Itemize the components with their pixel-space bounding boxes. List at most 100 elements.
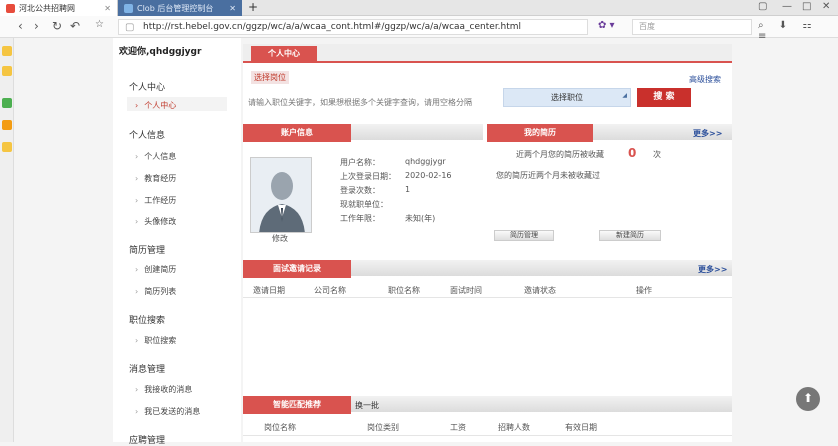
minimize-icon[interactable]: —: [782, 1, 792, 12]
sidebar: 欢迎你,qhdggjygr 个人中心 › 个人中心 个人信息 › 个人信息 › 教育经…: [113, 38, 241, 446]
page-icon: ▢: [125, 22, 135, 33]
reload-icon[interactable]: ↻: [52, 19, 62, 33]
select-position-button[interactable]: 选择职位 ◢: [503, 88, 631, 107]
select-position-label: 选择职位: [551, 93, 583, 102]
tools-icon[interactable]: [2, 142, 12, 152]
caret-icon: ›: [135, 336, 139, 345]
login-count-value: 1: [405, 185, 411, 194]
position-tag[interactable]: 选择岗位: [251, 71, 289, 84]
sidebar-item-job-search[interactable]: › 职位搜索: [135, 335, 176, 346]
caret-icon: ›: [135, 152, 139, 161]
welcome-text: 欢迎你,qhdggjygr: [119, 47, 202, 57]
login-count-label: 登录次数：: [340, 186, 380, 195]
sidebar-item-label: 我接收的消息: [144, 385, 193, 394]
last-login-value: 2020-02-16: [405, 171, 452, 180]
toolbar-icons[interactable]: ⌕ ⬇ ⚏ ≡: [758, 20, 838, 42]
col-interview-time: 面试时间: [450, 286, 482, 295]
url-field[interactable]: ▢ http://rst.hebel.gov.cn/ggzp/wc/a/a/wc…: [118, 19, 588, 35]
close-icon[interactable]: ✕: [104, 4, 111, 13]
section-personal-info: 个人信息: [129, 131, 166, 141]
page-title: 个人中心: [251, 46, 317, 63]
sidebar-item-personal-info[interactable]: › 个人信息: [135, 151, 176, 162]
caret-icon: ›: [135, 196, 139, 205]
search-button[interactable]: 搜 索: [637, 88, 691, 107]
resume-collect-text: 近两个月您的简历被收藏: [516, 150, 604, 159]
back-icon[interactable]: ‹: [18, 19, 23, 33]
favorites-icon[interactable]: [2, 46, 12, 56]
sidebar-item-sent-messages[interactable]: › 我已发送的消息: [135, 406, 200, 417]
tab-admin-console[interactable]: Clob 后台管理控制台 ✕: [118, 0, 242, 16]
edit-link[interactable]: 修改: [272, 233, 288, 244]
col-salary: 工资: [450, 423, 466, 432]
employer-label: 现就职单位：: [340, 200, 388, 209]
sidebar-item-label: 个人信息: [144, 152, 177, 161]
sidebar-item-work-history[interactable]: › 工作经历: [135, 195, 176, 206]
work-years-value: 未知(年): [405, 214, 436, 223]
col-job-name: 岗位名称: [264, 423, 296, 432]
col-valid-date: 有效日期: [565, 423, 597, 432]
window-restore-icon[interactable]: ▢: [758, 1, 767, 12]
main-panel: 个人中心 选择岗位 高级搜索 请输入职位关键字，如果想根据多个关键字查询，请用空…: [243, 44, 732, 442]
sidebar-item-received-messages[interactable]: › 我接收的消息: [135, 384, 192, 395]
interview-more-link[interactable]: 更多>>: [698, 264, 727, 275]
resume-collect-count: 0: [628, 146, 637, 160]
col-job-category: 岗位类别: [367, 423, 399, 432]
sidebar-item-label: 我已发送的消息: [144, 407, 201, 416]
keyword-search-input[interactable]: 请输入职位关键字，如果想根据多个关键字查询，请用空格分隔: [248, 97, 472, 108]
sidebar-item-label: 职位搜索: [144, 336, 177, 345]
advanced-search-link[interactable]: 高级搜索: [689, 74, 721, 85]
bookmark-star-icon[interactable]: ☆: [95, 19, 104, 30]
notes-icon[interactable]: [2, 66, 12, 76]
sidebar-item-education[interactable]: › 教育经历: [135, 173, 176, 184]
scroll-to-top-button[interactable]: ⬆: [796, 387, 820, 411]
person-silhouette-icon: [251, 158, 311, 232]
maximize-icon[interactable]: □: [802, 1, 811, 12]
col-company-name: 公司名称: [314, 286, 346, 295]
caret-icon: ›: [135, 385, 139, 394]
browser-side-strip: [0, 38, 14, 442]
rss-icon[interactable]: [2, 120, 12, 130]
resume-collect-unit: 次: [653, 150, 661, 159]
last-login-label: 上次登录日期：: [340, 172, 396, 181]
col-invite-status: 邀请状态: [524, 286, 556, 295]
caret-icon: ›: [135, 101, 139, 110]
new-tab-button[interactable]: +: [248, 0, 258, 15]
site-favicon-icon: [6, 3, 15, 13]
tab-label: Clob 后台管理控制台: [137, 3, 214, 13]
sidebar-item-resume-list[interactable]: › 简历列表: [135, 286, 176, 297]
refresh-batch-link[interactable]: 换一批: [355, 400, 379, 411]
interview-title: 面试邀请记录: [243, 260, 351, 278]
section-application-manage: 应聘管理: [129, 436, 166, 446]
undo-icon[interactable]: ↶: [70, 19, 80, 33]
resume-manage-button[interactable]: 简历管理: [494, 230, 554, 241]
resume-title: 我的简历: [487, 124, 593, 142]
col-hiring-count: 招聘人数: [498, 423, 530, 432]
sidebar-item-avatar-edit[interactable]: › 头像修改: [135, 216, 176, 227]
sidebar-item-personal-center[interactable]: › 个人中心: [135, 100, 176, 111]
tab-hebei-recruit[interactable]: 河北公共招聘网 ✕: [0, 0, 118, 16]
close-icon[interactable]: ✕: [229, 4, 236, 13]
sidebar-item-label: 创建简历: [144, 265, 177, 274]
username-label: 用户名称：: [340, 158, 380, 167]
caret-icon: ›: [135, 174, 139, 183]
new-resume-button[interactable]: 新建简历: [599, 230, 661, 241]
caret-icon: ›: [135, 287, 139, 296]
search-engine-icon[interactable]: ✿ ▾: [598, 20, 615, 31]
browser-search-input[interactable]: 百度: [632, 19, 752, 35]
app-icon[interactable]: [2, 98, 12, 108]
window-close-icon[interactable]: ✕: [822, 1, 830, 12]
browser-tab-bar: 河北公共招聘网 ✕ Clob 后台管理控制台 ✕ + ▢ — □ ✕: [0, 0, 838, 16]
resume-more-link[interactable]: 更多>>: [693, 128, 722, 139]
section-personal-center: 个人中心: [129, 83, 166, 93]
caret-icon: ›: [135, 265, 139, 274]
col-position-name: 职位名称: [388, 286, 420, 295]
divider: [243, 297, 732, 298]
resume-not-collected-text: 您的简历近两个月未被收藏过: [496, 171, 600, 180]
sidebar-item-label: 个人中心: [144, 101, 177, 110]
username-value: qhdggjygr: [405, 157, 446, 166]
section-message-manage: 消息管理: [129, 365, 166, 375]
account-title: 账户信息: [243, 124, 351, 142]
forward-icon[interactable]: ›: [34, 19, 39, 33]
sidebar-item-create-resume[interactable]: › 创建简历: [135, 264, 176, 275]
caret-icon: ›: [135, 217, 139, 226]
